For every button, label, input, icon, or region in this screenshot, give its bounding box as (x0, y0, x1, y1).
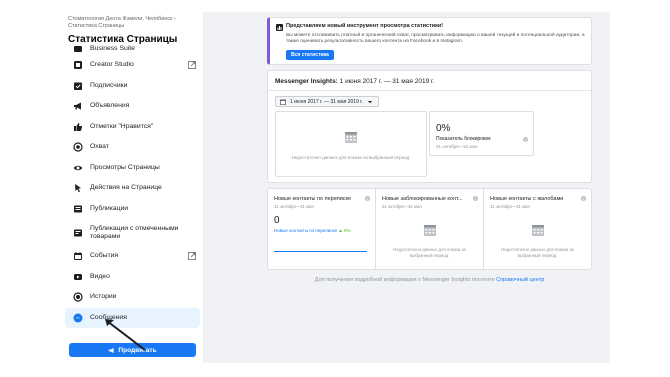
empty-state-text: Недостаточно данных для показа за выбран… (393, 247, 466, 258)
card-date: 31 октября—31 мая (490, 204, 530, 209)
messages-icon (72, 312, 83, 323)
card-date: 31 октября—31 мая (382, 204, 422, 209)
arrow-annotation-icon (105, 319, 146, 351)
card-title: Новые контакты по переписке (274, 196, 352, 202)
info-icon[interactable]: i (365, 196, 370, 201)
card-title: Новые заблокированные конт... (382, 196, 463, 202)
trend-line (274, 251, 367, 252)
calendar-icon (280, 99, 286, 105)
card-sub-label: Новые контакты по переписке ▲ 0% (274, 228, 351, 233)
help-footer: Для получения подробной информации о Mes… (267, 277, 592, 283)
date-range-picker[interactable]: 1 июня 2017 г. — 31 мая 2019 г. (275, 96, 379, 107)
sidebar-item-label: Просмотры Страницы (90, 163, 160, 171)
sidebar-nav: Business Suite Creator Studio Подписчики… (62, 44, 203, 328)
insights-icon (276, 24, 283, 31)
tagged-posts-icon (72, 227, 83, 238)
stories-icon (72, 292, 83, 303)
sub-metric-label: Новые контакты по переписке (274, 228, 338, 233)
calendar-placeholder-icon (531, 225, 544, 236)
external-link-icon (188, 61, 196, 70)
block-rate-date: 31 октября—31 мая (436, 144, 478, 149)
calendar-placeholder-icon (345, 132, 357, 143)
eye-icon (72, 162, 83, 173)
sidebar-item-label: Подписчики (90, 81, 128, 89)
creator-studio-icon (72, 60, 83, 71)
sidebar-item-label: Объявления (90, 102, 130, 110)
sidebar-item-label: Действия на Странице (90, 184, 162, 192)
banner-title: Представляем новый инструмент просмотра … (286, 23, 444, 29)
block-rate-value: 0% (436, 123, 451, 134)
sidebar-item-stories[interactable]: Истории (65, 287, 200, 308)
sidebar-item-label: Публикации (90, 204, 129, 212)
announcement-banner: Представляем новый инструмент просмотра … (267, 17, 592, 65)
calendar-placeholder-icon (423, 225, 436, 236)
footer-text: Для получения подробной информации о Mes… (314, 277, 495, 283)
posts-icon (72, 203, 83, 214)
sidebar-item-reach[interactable]: Охват (65, 137, 200, 158)
banner-description: Вы можете отслеживать платный и органиче… (286, 33, 585, 44)
sidebar-item-events[interactable]: События (65, 246, 200, 267)
change-percent: ▲ 0% (338, 228, 351, 233)
thumbs-up-icon (72, 121, 83, 132)
help-center-link[interactable]: Справочный центр (496, 277, 544, 283)
video-icon (72, 271, 83, 282)
sidebar-item-label: Истории (90, 293, 117, 301)
external-link-icon (188, 252, 196, 261)
contacts-cards: Новые контакты по переписке i 31 октября… (267, 188, 592, 270)
page-title: Статистика Страницы (68, 34, 178, 45)
messenger-insights-card: Messenger Insights: 1 июня 2017 г. — 31 … (267, 70, 592, 183)
divider (268, 90, 591, 91)
messenger-insights-heading: Messenger Insights: (275, 78, 338, 85)
info-icon[interactable]: i (473, 196, 478, 201)
block-rate-stat: 0% Показатель блокировок 31 октября—31 м… (429, 111, 534, 156)
empty-state-text: Недостаточно данных для показа за выбран… (291, 155, 411, 160)
messenger-insights-title: Messenger Insights: 1 июня 2017 г. — 31 … (275, 78, 434, 85)
date-range-label: 1 июня 2017 г. — 31 мая 2019 г. (290, 98, 363, 105)
sidebar-item-label: Business Suite (90, 44, 135, 52)
calendar-icon (72, 251, 83, 262)
info-icon[interactable]: i (581, 196, 586, 201)
sidebar-item-label: Публикации с отмеченными товарами (90, 224, 179, 240)
sidebar-item-video[interactable]: Видео (65, 267, 200, 288)
empty-state-text: Недостаточно данных для показа за выбран… (501, 247, 574, 258)
sidebar-item-label: События (90, 252, 119, 260)
sidebar-item-page-views[interactable]: Просмотры Страницы (65, 158, 200, 179)
reach-icon (72, 142, 83, 153)
app-window: Стоматология Дента Фэмели, Челябинск › С… (0, 0, 670, 377)
followers-icon (72, 80, 83, 91)
breadcrumb[interactable]: Стоматология Дента Фэмели, Челябинск › С… (68, 16, 200, 30)
all-statistics-button[interactable]: Вся статистика (286, 50, 334, 60)
sidebar: Стоматология Дента Фэмели, Челябинск › С… (62, 12, 203, 363)
new-report-contacts-card: Новые контакты с жалобами i 31 октября—3… (484, 189, 591, 269)
messenger-insights-range: 1 июня 2017 г. — 31 мая 2019 г. (339, 78, 435, 85)
chevron-down-icon (367, 100, 372, 103)
sidebar-item-posts[interactable]: Публикации (65, 199, 200, 220)
card-title: Новые контакты с жалобами (490, 196, 564, 202)
sidebar-item-likes[interactable]: Отметки "Нравится" (65, 117, 200, 138)
sidebar-item-label: Охват (90, 143, 109, 151)
megaphone-icon (72, 101, 83, 112)
sidebar-item-label: Видео (90, 272, 110, 280)
new-contacts-card: Новые контакты по переписке i 31 октября… (268, 189, 376, 269)
sidebar-item-ads[interactable]: Объявления (65, 96, 200, 117)
sidebar-item-followers[interactable]: Подписчики (65, 76, 200, 97)
sidebar-item-creator-studio[interactable]: Creator Studio (65, 55, 200, 76)
block-rate-label: Показатель блокировок (436, 136, 491, 142)
sidebar-item-page-actions[interactable]: Действия на Странице (65, 178, 200, 199)
cursor-icon (72, 183, 83, 194)
sidebar-item-tagged-products[interactable]: Публикации с отмеченными товарами (65, 219, 200, 246)
sidebar-item-label: Отметки "Нравится" (90, 122, 154, 130)
card-value: 0 (274, 215, 280, 226)
messenger-chart-empty: Недостаточно данных для показа за выбран… (275, 111, 427, 177)
info-icon[interactable]: i (523, 137, 528, 142)
new-blocked-contacts-card: Новые заблокированные конт... i 31 октяб… (376, 189, 484, 269)
main-content: Представляем новый инструмент просмотра … (203, 12, 610, 363)
sidebar-item-label: Creator Studio (90, 61, 134, 69)
card-date: 31 октября—31 мая (274, 204, 314, 209)
